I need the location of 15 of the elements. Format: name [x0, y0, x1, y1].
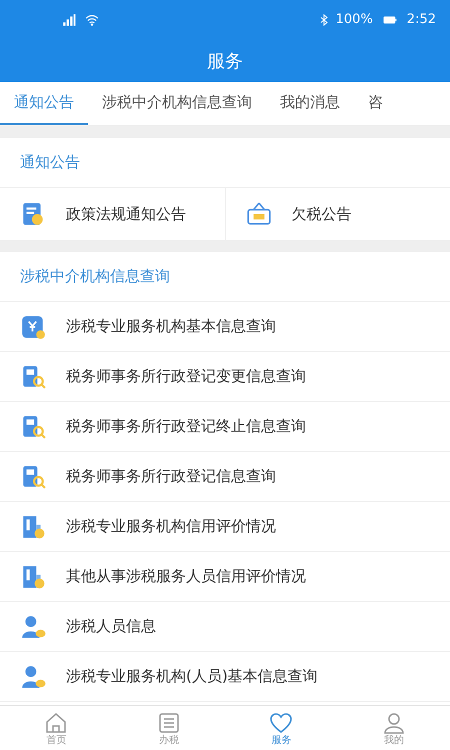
person-icon: [20, 664, 46, 690]
wifi-icon: [84, 13, 100, 27]
page-title: 服务: [207, 50, 243, 74]
clock-time: 2:52: [406, 11, 436, 30]
wallet-icon: [20, 314, 46, 340]
tab[interactable]: 我的消息: [266, 82, 354, 125]
tab[interactable]: 咨: [354, 82, 397, 125]
tab[interactable]: 涉税中介机构信息查询: [88, 82, 266, 125]
signal-icon: [60, 13, 78, 27]
battery-percent: 100%: [336, 11, 373, 30]
heart-icon: [268, 710, 294, 734]
section-title: 涉税中介机构信息查询: [20, 266, 170, 288]
sign-icon: [246, 201, 272, 227]
section-title: 通知公告: [20, 152, 80, 174]
person-icon: [20, 614, 46, 640]
